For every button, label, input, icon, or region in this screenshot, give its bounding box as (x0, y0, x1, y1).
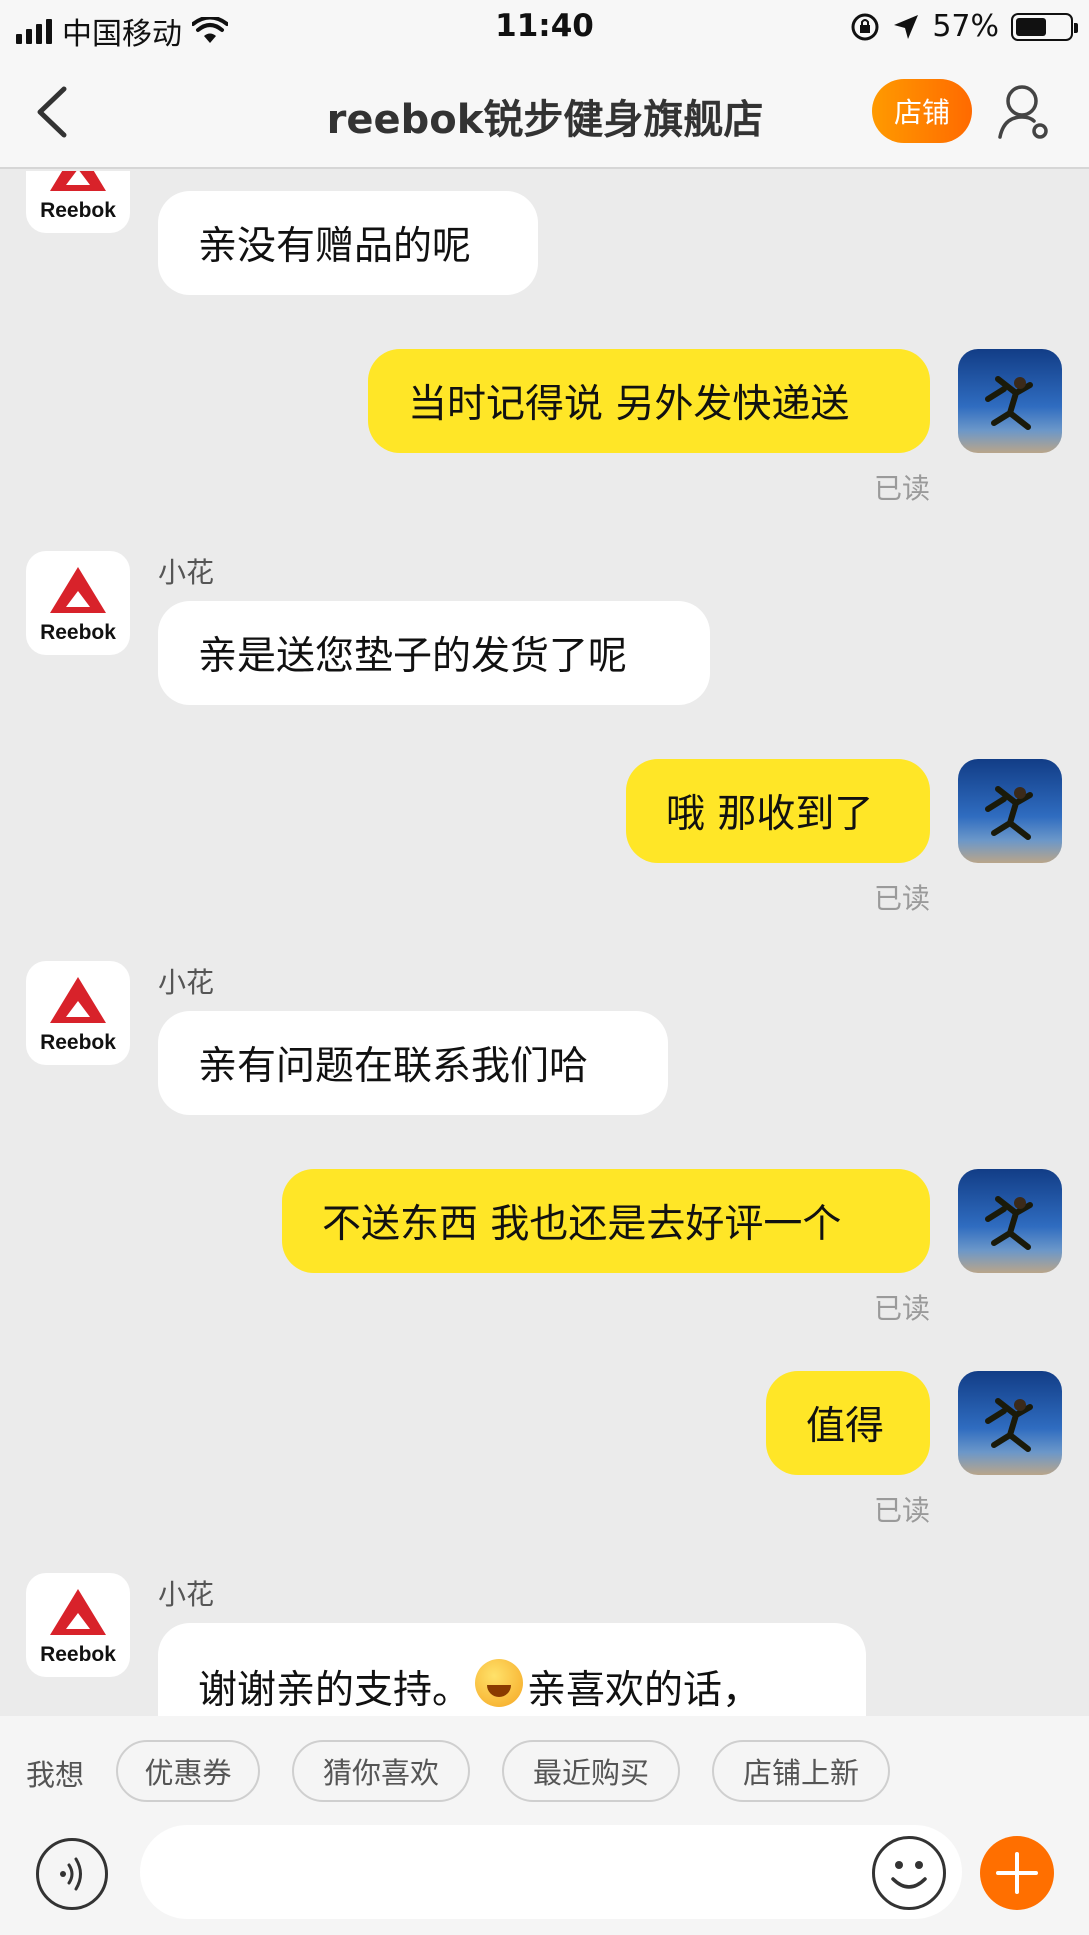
input-bar (0, 1824, 1089, 1935)
page-title: reebok锐步健身旗舰店 (326, 97, 764, 143)
chip-new-arrivals[interactable]: 店铺上新 (712, 1740, 890, 1802)
voice-button[interactable] (36, 1838, 108, 1910)
message-bubble: 值得 (766, 1371, 930, 1475)
message-bubble: 亲有问题在联系我们哈 (158, 1011, 668, 1115)
reebok-logo-text: Reebok (40, 1031, 116, 1054)
reebok-logo-text: Reebok (40, 1643, 116, 1666)
reebok-logo: Reebok (40, 567, 116, 644)
chip-coupon[interactable]: 优惠券 (116, 1740, 260, 1802)
more-button[interactable] (980, 1836, 1054, 1910)
shop-avatar[interactable]: Reebok (26, 551, 130, 655)
chip-guess-you-like[interactable]: 猜你喜欢 (292, 1740, 470, 1802)
message-input[interactable] (140, 1825, 962, 1919)
message-bubble: 不送东西 我也还是去好评一个 (282, 1169, 930, 1273)
laughing-emoji-icon (475, 1659, 524, 1707)
plus-icon (996, 1852, 1038, 1894)
message-bubble: 当时记得说 另外发快递送 (368, 349, 930, 453)
message-bubble: 亲没有赠品的呢 (158, 191, 538, 295)
read-status: 已读 (873, 1494, 930, 1527)
status-bar: 中国移动 11:40 57% (0, 0, 1089, 55)
location-icon (894, 14, 919, 39)
reebok-logo: Reebok (40, 977, 116, 1054)
nav-bar: reebok锐步健身旗舰店 店铺 (0, 55, 1089, 169)
skydiver-icon (985, 1398, 1033, 1452)
user-settings-icon[interactable] (996, 81, 1056, 143)
chat-area[interactable]: Reebok 亲没有赠品的呢 当时记得说 另外发快递送 已读 Reebok 小花… (0, 171, 1089, 1716)
status-right: 57% (850, 9, 1078, 44)
message-text: 亲喜欢的话， (527, 1668, 762, 1713)
shop-avatar[interactable]: Reebok (26, 961, 130, 1065)
sender-name: 小花 (158, 966, 215, 999)
quick-reply-bar: 我想 优惠券 猜你喜欢 最近购买 店铺上新 (0, 1716, 1089, 1824)
read-status: 已读 (873, 882, 930, 915)
user-avatar[interactable] (958, 1169, 1062, 1273)
sender-name: 小花 (158, 1578, 215, 1611)
back-icon[interactable] (30, 85, 80, 139)
user-avatar[interactable] (958, 759, 1062, 863)
read-status: 已读 (873, 472, 930, 505)
battery-icon (1011, 12, 1078, 41)
read-status: 已读 (873, 1292, 930, 1325)
skydiver-icon (985, 786, 1033, 840)
emoji-button[interactable] (872, 1836, 946, 1910)
skydiver-icon (985, 376, 1033, 430)
reebok-logo-text: Reebok (40, 199, 116, 222)
orientation-lock-icon (851, 13, 879, 40)
chip-recent-purchases[interactable]: 最近购买 (502, 1740, 680, 1802)
message-bubble: 亲是送您垫子的发货了呢 (158, 601, 710, 705)
shop-button[interactable]: 店铺 (872, 79, 972, 143)
message-bubble: 哦 那收到了 (626, 759, 930, 863)
reebok-logo-text: Reebok (40, 621, 116, 644)
shop-avatar[interactable]: Reebok (26, 1573, 130, 1677)
message-text: 谢谢亲的支持。 (198, 1668, 472, 1713)
user-avatar[interactable] (958, 349, 1062, 453)
reebok-logo: Reebok (40, 1589, 116, 1666)
skydiver-icon (985, 1196, 1033, 1250)
message-bubble: 谢谢亲的支持。 亲喜欢的话， (158, 1623, 866, 1716)
voice-icon (60, 1857, 82, 1891)
quick-bar-label: 我想 (26, 1758, 85, 1792)
user-avatar[interactable] (958, 1371, 1062, 1475)
reebok-logo: Reebok (40, 171, 116, 222)
sender-name: 小花 (158, 556, 215, 589)
battery-percent: 57% (932, 9, 999, 44)
shop-avatar[interactable]: Reebok (26, 171, 130, 233)
smile-icon (891, 1861, 927, 1889)
